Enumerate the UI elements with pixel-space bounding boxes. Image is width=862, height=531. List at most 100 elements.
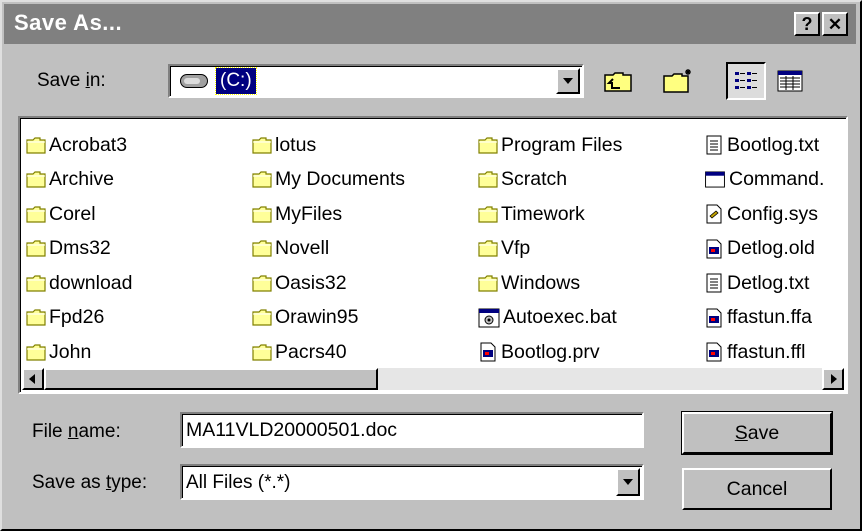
file-name-text: Vfp <box>501 237 531 260</box>
file-name-text: Acrobat3 <box>49 133 128 156</box>
file-name-value: MA11VLD20000501.doc <box>186 419 398 441</box>
list-item[interactable]: Archive <box>26 163 132 198</box>
save-in-dropdown[interactable]: (C:) <box>168 64 584 98</box>
create-new-folder-button[interactable] <box>658 62 698 100</box>
file-name-text: Bootlog.txt <box>727 133 820 156</box>
list-item[interactable]: Windows <box>478 266 622 301</box>
save-as-dialog: Save As... ? ✕ Save in: (C:) Acrobat3 Ar… <box>0 0 862 531</box>
file-name-text: download <box>49 271 133 294</box>
file-name-text: Bootlog.prv <box>501 340 600 363</box>
list-item[interactable]: lotus <box>252 128 405 163</box>
save-in-value: (C:) <box>215 67 257 95</box>
save-as-type-dropdown[interactable]: All Files (*.*) <box>180 464 644 500</box>
file-name-text: Dms32 <box>49 237 111 260</box>
file-column-4: Bootlog.txt Command. Config.sys Detlog.old D… <box>704 128 824 370</box>
file-column-1: Acrobat3 Archive Corel Dms32 download Fpd26 Jo… <box>26 128 132 370</box>
config-file-icon <box>704 204 727 224</box>
folder-icon <box>252 309 275 326</box>
horizontal-scrollbar[interactable] <box>22 368 844 390</box>
new-folder-icon <box>663 69 691 93</box>
folder-icon <box>252 240 275 257</box>
list-item[interactable]: MyFiles <box>252 197 405 232</box>
list-item[interactable]: ffastun.ffl <box>704 335 824 370</box>
list-item[interactable]: Scratch <box>478 163 622 198</box>
file-list[interactable]: Acrobat3 Archive Corel Dms32 download Fpd26 Jo… <box>18 116 848 394</box>
list-item[interactable]: My Documents <box>252 163 405 198</box>
list-item[interactable]: Program Files <box>478 128 622 163</box>
list-item[interactable]: Oasis32 <box>252 266 405 301</box>
list-item[interactable]: Dms32 <box>26 232 132 267</box>
file-name-text: Corel <box>49 202 96 225</box>
file-name-text: Autoexec.bat <box>503 306 617 329</box>
text-file-icon <box>704 135 727 155</box>
save-in-label: Save in: <box>37 70 106 91</box>
file-column-2: lotus My Documents MyFiles Novell Oasis32 Ora… <box>252 128 405 370</box>
list-item[interactable]: Autoexec.bat <box>478 301 622 336</box>
list-item[interactable]: Timework <box>478 197 622 232</box>
list-item[interactable]: download <box>26 266 132 301</box>
save-as-type-value: All Files (*.*) <box>186 472 291 493</box>
text-file-icon <box>704 273 727 293</box>
folder-icon <box>478 240 501 257</box>
title-bar[interactable]: Save As... ? ✕ <box>4 4 856 44</box>
file-name-text: Detlog.old <box>727 237 815 260</box>
list-item[interactable]: Bootlog.txt <box>704 128 824 163</box>
file-name-text: Detlog.txt <box>727 271 810 294</box>
list-item[interactable]: Orawin95 <box>252 301 405 336</box>
file-name-text: Scratch <box>501 168 568 191</box>
list-item[interactable]: Detlog.old <box>704 232 824 267</box>
scroll-left-button[interactable] <box>22 368 44 390</box>
save-as-type-label: Save as type: <box>32 472 148 493</box>
dos-window-icon <box>704 171 729 188</box>
folder-icon <box>252 344 275 361</box>
file-name-text: Config.sys <box>727 202 819 225</box>
save-button[interactable]: Save <box>681 411 833 455</box>
list-item[interactable]: Config.sys <box>704 197 824 232</box>
list-item[interactable]: Pacrs40 <box>252 335 405 370</box>
scroll-right-button[interactable] <box>822 368 844 390</box>
list-item[interactable]: Vfp <box>478 232 622 267</box>
file-column-3: Program Files Scratch Timework Vfp Windows Au… <box>478 128 622 370</box>
folder-icon <box>26 137 49 154</box>
file-name-text: My Documents <box>275 168 406 191</box>
folder-icon <box>26 309 49 326</box>
save-in-dropdown-arrow[interactable] <box>556 68 580 94</box>
folder-icon <box>26 275 49 292</box>
file-name-text: Windows <box>501 271 581 294</box>
file-name-text: Timework <box>501 202 585 225</box>
up-one-level-button[interactable] <box>598 62 638 100</box>
file-name-text: ffastun.ffl <box>727 340 806 363</box>
folder-icon <box>26 171 49 188</box>
file-name-input[interactable]: MA11VLD20000501.doc <box>180 412 644 448</box>
file-name-text: Archive <box>49 168 115 191</box>
folder-icon <box>252 137 275 154</box>
list-item[interactable]: Bootlog.prv <box>478 335 622 370</box>
file-name-text: Oasis32 <box>275 271 347 294</box>
details-view-button[interactable] <box>770 62 810 100</box>
up-folder-icon <box>604 72 632 92</box>
list-item[interactable]: Detlog.txt <box>704 266 824 301</box>
file-name-text: John <box>49 340 92 363</box>
list-item[interactable]: John <box>26 335 132 370</box>
dialog-title: Save As... <box>14 10 123 35</box>
file-name-text: Pacrs40 <box>275 340 347 363</box>
list-item[interactable]: Fpd26 <box>26 301 132 336</box>
scroll-thumb[interactable] <box>44 368 378 390</box>
help-button[interactable]: ? <box>794 12 820 36</box>
file-name-text: ffastun.ffa <box>727 306 812 329</box>
file-name-text: Program Files <box>501 133 623 156</box>
folder-icon <box>252 275 275 292</box>
list-item[interactable]: Novell <box>252 232 405 267</box>
list-item[interactable]: Command. <box>704 163 824 198</box>
folder-icon <box>26 344 49 361</box>
list-item[interactable]: Corel <box>26 197 132 232</box>
cancel-button[interactable]: Cancel <box>682 468 832 510</box>
save-as-type-dropdown-arrow[interactable] <box>616 468 640 496</box>
list-item[interactable]: Acrobat3 <box>26 128 132 163</box>
close-button[interactable]: ✕ <box>822 12 848 36</box>
system-file-icon <box>478 342 501 362</box>
file-name-text: Orawin95 <box>275 306 359 329</box>
folder-icon <box>252 206 275 223</box>
list-view-button[interactable] <box>726 62 766 100</box>
list-item[interactable]: ffastun.ffa <box>704 301 824 336</box>
